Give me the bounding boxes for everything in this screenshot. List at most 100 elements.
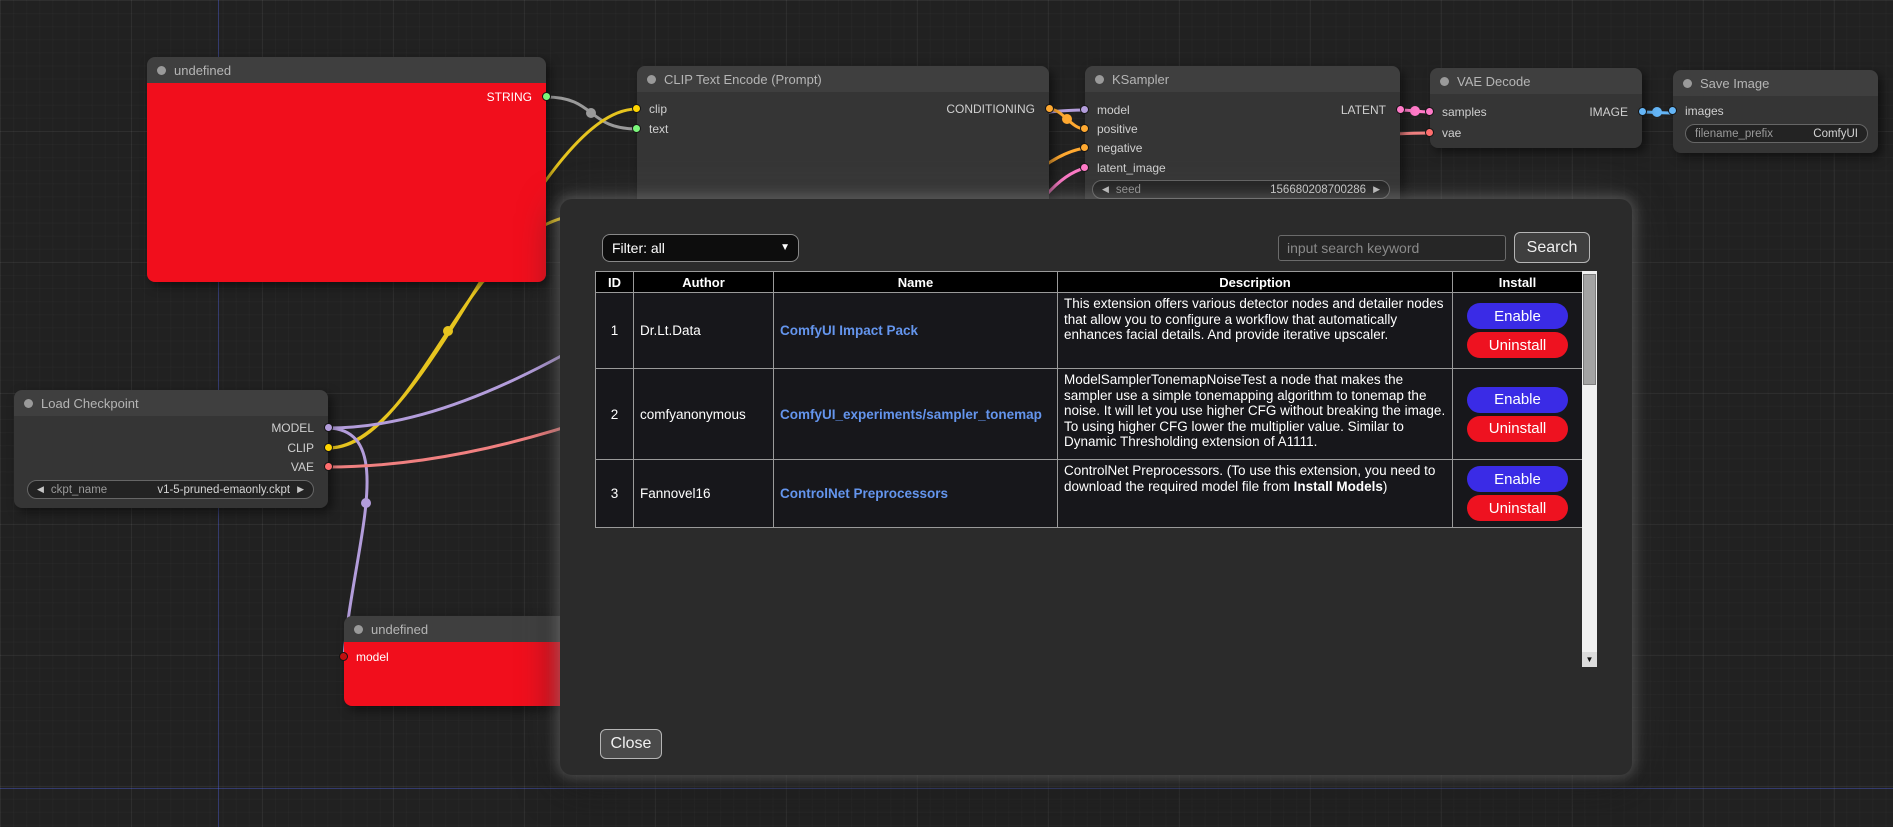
model-input-slot[interactable] (1080, 105, 1089, 114)
node-body: samples vae IMAGE (1430, 94, 1642, 148)
conditioning-output-slot[interactable] (1045, 104, 1054, 113)
latent-image-input-label: latent_image (1097, 161, 1166, 175)
node-body: STRING (147, 83, 546, 282)
collapse-dot-icon[interactable] (1095, 75, 1104, 84)
collapse-dot-icon[interactable] (24, 399, 33, 408)
node-title-bar[interactable]: undefined (147, 57, 546, 83)
node-title-bar[interactable]: CLIP Text Encode (Prompt) (637, 66, 1049, 92)
cell-install: Enable Uninstall (1453, 369, 1583, 460)
enable-button[interactable]: Enable (1467, 466, 1568, 492)
header-name: Name (774, 272, 1058, 293)
filter-select[interactable]: Filter: all (602, 234, 799, 262)
node-save-image[interactable]: Save Image images filename_prefix ComfyU… (1673, 70, 1878, 153)
model-input-label: model (356, 650, 389, 664)
images-input-slot[interactable] (1668, 106, 1677, 115)
samples-input-slot[interactable] (1425, 107, 1434, 116)
collapse-dot-icon[interactable] (647, 75, 656, 84)
collapse-dot-icon[interactable] (1683, 79, 1692, 88)
model-output-slot[interactable] (324, 423, 333, 432)
cell-name: ComfyUI Impact Pack (774, 293, 1058, 369)
description-suffix: ) (1383, 479, 1388, 494)
image-output-label: IMAGE (1589, 105, 1628, 119)
uninstall-button[interactable]: Uninstall (1467, 495, 1568, 521)
cell-id: 1 (596, 293, 634, 369)
vae-output-slot[interactable] (324, 462, 333, 471)
search-input[interactable] (1278, 235, 1506, 261)
node-vae-decode[interactable]: VAE Decode samples vae IMAGE (1430, 68, 1642, 148)
uninstall-button[interactable]: Uninstall (1467, 416, 1568, 442)
ckpt-name-value[interactable]: v1-5-pruned-emaonly.ckpt (157, 484, 290, 496)
header-id: ID (596, 272, 634, 293)
node-undefined-bottom[interactable]: undefined model (344, 616, 594, 706)
comfyui-graph-canvas[interactable]: undefined STRING CLIP Text Encode (Promp… (0, 0, 1893, 827)
scroll-down-button[interactable]: ▼ (1582, 652, 1597, 667)
uninstall-button[interactable]: Uninstall (1467, 332, 1568, 358)
description-text: This extension offers various detector n… (1064, 296, 1443, 342)
node-title-bar[interactable]: Load Checkpoint (14, 390, 328, 416)
table-scrollbar[interactable]: ▼ (1582, 271, 1597, 667)
enable-button[interactable]: Enable (1467, 387, 1568, 413)
node-title-bar[interactable]: Save Image (1673, 70, 1878, 96)
node-ksampler[interactable]: KSampler model positive negative latent_… (1085, 66, 1400, 216)
image-output-slot[interactable] (1638, 107, 1647, 116)
seed-widget[interactable]: ◀ seed 156680208700286 ▶ (1092, 180, 1390, 199)
node-title: Load Checkpoint (41, 396, 139, 411)
search-button[interactable]: Search (1514, 232, 1590, 263)
node-title-bar[interactable]: KSampler (1085, 66, 1400, 92)
extension-link[interactable]: ComfyUI_experiments/sampler_tonemap (780, 407, 1042, 422)
string-output-slot[interactable] (542, 92, 551, 101)
next-arrow-icon[interactable]: ▶ (297, 485, 304, 494)
node-title: VAE Decode (1457, 74, 1530, 89)
description-bold: Install Models (1294, 479, 1383, 494)
decrement-arrow-icon[interactable]: ◀ (1102, 185, 1109, 194)
clip-output-slot[interactable] (324, 443, 333, 452)
node-title-bar[interactable]: undefined (344, 616, 594, 642)
header-description: Description (1058, 272, 1453, 293)
ckpt-name-widget[interactable]: ◀ ckpt_name v1-5-pruned-emaonly.ckpt ▶ (27, 480, 314, 499)
extension-link[interactable]: ControlNet Preprocessors (780, 486, 948, 501)
collapse-dot-icon[interactable] (354, 625, 363, 634)
clip-input-slot[interactable] (632, 104, 641, 113)
node-title: Save Image (1700, 76, 1769, 91)
latent-image-input-slot[interactable] (1080, 163, 1089, 172)
collapse-dot-icon[interactable] (157, 66, 166, 75)
text-input-label: text (649, 122, 668, 136)
seed-widget-value[interactable]: 156680208700286 (1270, 184, 1366, 196)
node-body: MODEL CLIP VAE ◀ ckpt_name v1-5-pruned-e… (14, 416, 328, 508)
wire-clip-dot-2 (443, 326, 453, 336)
previous-arrow-icon[interactable]: ◀ (37, 485, 44, 494)
cell-name: ControlNet Preprocessors (774, 460, 1058, 528)
cell-id: 2 (596, 369, 634, 460)
vae-input-slot[interactable] (1425, 128, 1434, 137)
positive-input-label: positive (1097, 122, 1138, 136)
filter-dropdown[interactable]: Filter: all ▼ (602, 234, 799, 262)
negative-input-slot[interactable] (1080, 143, 1089, 152)
wire-string-dot (586, 108, 596, 118)
node-title: undefined (174, 63, 231, 78)
latent-output-slot[interactable] (1396, 105, 1405, 114)
collapse-dot-icon[interactable] (1440, 77, 1449, 86)
model-output-label: MODEL (271, 421, 314, 435)
node-load-checkpoint[interactable]: Load Checkpoint MODEL CLIP VAE ◀ ckpt_na… (14, 390, 328, 508)
close-button[interactable]: Close (600, 729, 662, 759)
model-input-slot[interactable] (339, 652, 348, 661)
header-install: Install (1453, 272, 1583, 293)
node-clip-text-encode[interactable]: CLIP Text Encode (Prompt) clip text COND… (637, 66, 1049, 216)
cell-install: Enable Uninstall (1453, 293, 1583, 369)
samples-input-label: samples (1442, 105, 1487, 119)
node-title: KSampler (1112, 72, 1169, 87)
cell-install: Enable Uninstall (1453, 460, 1583, 528)
node-title-bar[interactable]: VAE Decode (1430, 68, 1642, 94)
enable-button[interactable]: Enable (1467, 303, 1568, 329)
node-body: clip text CONDITIONING (637, 92, 1049, 216)
node-undefined-top[interactable]: undefined STRING (147, 57, 546, 282)
extensions-table: ID Author Name Description Install 1 Dr.… (595, 271, 1583, 528)
positive-input-slot[interactable] (1080, 124, 1089, 133)
text-input-slot[interactable] (632, 124, 641, 133)
seed-widget-label: seed (1116, 184, 1141, 196)
increment-arrow-icon[interactable]: ▶ (1373, 185, 1380, 194)
filename-prefix-widget[interactable]: filename_prefix ComfyUI (1685, 124, 1868, 143)
filename-prefix-value[interactable]: ComfyUI (1813, 128, 1858, 140)
scrollbar-thumb[interactable] (1583, 274, 1596, 385)
extension-link[interactable]: ComfyUI Impact Pack (780, 323, 918, 338)
